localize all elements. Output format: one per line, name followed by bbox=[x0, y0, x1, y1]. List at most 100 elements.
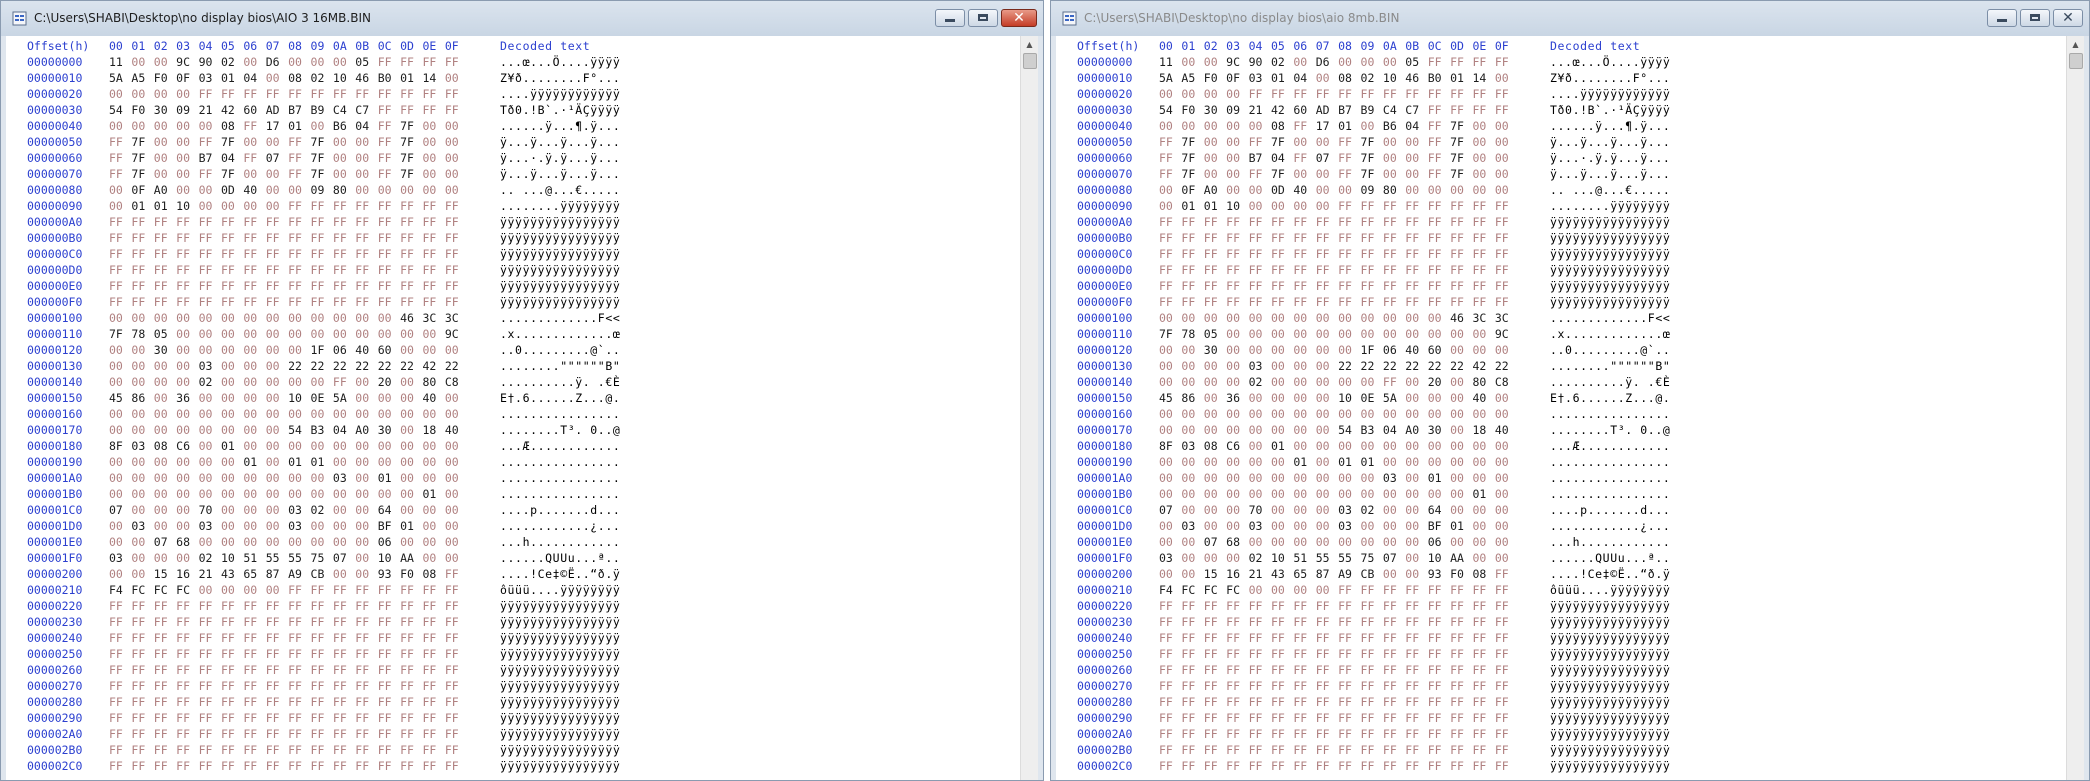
hex-byte[interactable]: 00 bbox=[1271, 198, 1293, 214]
hex-byte[interactable]: 00 bbox=[1159, 310, 1181, 326]
hex-byte[interactable]: 00 bbox=[1293, 486, 1315, 502]
hex-byte[interactable]: 00 bbox=[176, 406, 198, 422]
hex-byte[interactable]: FF bbox=[445, 566, 467, 582]
hex-byte[interactable]: 00 bbox=[221, 486, 243, 502]
hex-byte[interactable]: FF bbox=[1472, 54, 1494, 70]
hex-byte[interactable]: FF bbox=[1383, 710, 1405, 726]
hex-byte[interactable]: 00 bbox=[1226, 518, 1248, 534]
hex-byte[interactable]: FF bbox=[378, 278, 400, 294]
hex-byte[interactable]: FF bbox=[1338, 710, 1360, 726]
hex-byte[interactable]: 7F bbox=[1361, 150, 1383, 166]
hex-byte[interactable]: 00 bbox=[355, 534, 377, 550]
hex-byte[interactable]: 00 bbox=[1383, 406, 1405, 422]
hex-byte[interactable]: FF bbox=[288, 694, 310, 710]
hex-row[interactable]: 00000160 00 00 00 00 00 00 00 00 00 00 00 00 00 00 00 00… bbox=[6, 406, 1021, 422]
hex-byte[interactable]: FF bbox=[243, 230, 265, 246]
hex-row[interactable]: 00000140 00 00 00 00 02 00 00 00 00 00 FF 00 20 00 80 C8… bbox=[1056, 374, 2067, 390]
hex-byte[interactable]: 00 bbox=[221, 534, 243, 550]
row-decoded-text[interactable]: ......ÿ...¶.ÿ... bbox=[500, 118, 620, 134]
hex-byte[interactable]: FF bbox=[1428, 742, 1450, 758]
hex-byte[interactable]: 08 bbox=[422, 566, 444, 582]
hex-byte[interactable]: 08 bbox=[1338, 70, 1360, 86]
hex-byte[interactable]: FF bbox=[1204, 278, 1226, 294]
hex-byte[interactable]: 03 bbox=[199, 358, 221, 374]
hex-byte[interactable]: FF bbox=[1472, 230, 1494, 246]
hex-byte[interactable]: 00 bbox=[355, 566, 377, 582]
hex-byte[interactable]: 00 bbox=[1383, 502, 1405, 518]
hex-byte[interactable]: FF bbox=[445, 214, 467, 230]
hex-byte[interactable]: FF bbox=[1361, 278, 1383, 294]
hex-byte[interactable]: FF bbox=[243, 726, 265, 742]
hex-byte[interactable]: 22 bbox=[288, 358, 310, 374]
hex-byte[interactable]: FF bbox=[221, 278, 243, 294]
hex-byte[interactable]: 01 bbox=[1338, 118, 1360, 134]
hex-byte[interactable]: FF bbox=[333, 678, 355, 694]
hex-byte[interactable]: FF bbox=[378, 630, 400, 646]
hex-byte[interactable]: 3C bbox=[1472, 310, 1494, 326]
hex-byte[interactable]: 54 bbox=[1159, 102, 1181, 118]
hex-byte[interactable]: 00 bbox=[1204, 550, 1226, 566]
hex-byte[interactable]: 00 bbox=[445, 182, 467, 198]
hex-byte[interactable]: FF bbox=[445, 54, 467, 70]
hex-byte[interactable]: FF bbox=[400, 294, 422, 310]
hex-byte[interactable]: FF bbox=[1495, 230, 1517, 246]
hex-byte[interactable]: 08 bbox=[1472, 566, 1494, 582]
hex-byte[interactable]: 00 bbox=[109, 486, 131, 502]
hex-byte[interactable]: FF bbox=[176, 230, 198, 246]
hex-byte[interactable]: 00 bbox=[1495, 454, 1517, 470]
hex-byte[interactable]: FF bbox=[378, 646, 400, 662]
hex-byte[interactable]: FF bbox=[1249, 246, 1271, 262]
hex-byte[interactable]: 00 bbox=[422, 150, 444, 166]
hex-byte[interactable]: FF bbox=[1338, 582, 1360, 598]
hex-byte[interactable]: FF bbox=[288, 294, 310, 310]
hex-byte[interactable]: 22 bbox=[378, 358, 400, 374]
hex-byte[interactable]: B0 bbox=[378, 70, 400, 86]
hex-byte[interactable]: 08 bbox=[154, 438, 176, 454]
hex-byte[interactable]: 22 bbox=[1428, 358, 1450, 374]
hex-byte[interactable]: 00 bbox=[266, 374, 288, 390]
hex-byte[interactable]: FF bbox=[1428, 758, 1450, 774]
hex-byte[interactable]: 00 bbox=[1472, 534, 1494, 550]
hex-byte[interactable]: FF bbox=[1271, 646, 1293, 662]
hex-byte[interactable]: 00 bbox=[176, 358, 198, 374]
hex-byte[interactable]: FF bbox=[1159, 726, 1181, 742]
hex-byte[interactable]: 00 bbox=[1472, 150, 1494, 166]
row-decoded-text[interactable]: .. ...@...€..... bbox=[500, 182, 620, 198]
hex-byte[interactable]: 54 bbox=[288, 422, 310, 438]
hex-byte[interactable]: 00 bbox=[1361, 470, 1383, 486]
hex-byte[interactable]: 93 bbox=[378, 566, 400, 582]
hex-byte[interactable]: 7F bbox=[109, 326, 131, 342]
hex-byte[interactable]: FF bbox=[400, 630, 422, 646]
hex-byte[interactable]: 00 bbox=[266, 358, 288, 374]
hex-byte[interactable]: 00 bbox=[333, 438, 355, 454]
hex-byte[interactable]: 01 bbox=[400, 518, 422, 534]
hex-byte[interactable]: 01 bbox=[288, 454, 310, 470]
row-decoded-text[interactable]: ....p.......d... bbox=[1550, 502, 1670, 518]
hex-byte[interactable]: FF bbox=[1338, 86, 1360, 102]
hex-byte[interactable]: FF bbox=[355, 758, 377, 774]
hex-byte[interactable]: FF bbox=[1428, 166, 1450, 182]
row-decoded-text[interactable]: ÿÿÿÿÿÿÿÿÿÿÿÿÿÿÿÿ bbox=[1550, 694, 1670, 710]
hex-byte[interactable]: 78 bbox=[1181, 326, 1203, 342]
hex-byte[interactable]: FF bbox=[1361, 758, 1383, 774]
hex-byte[interactable]: 00 bbox=[199, 406, 221, 422]
hex-byte[interactable]: FF bbox=[422, 742, 444, 758]
hex-byte[interactable]: 00 bbox=[1472, 406, 1494, 422]
hex-byte[interactable]: 00 bbox=[333, 406, 355, 422]
hex-byte[interactable]: FF bbox=[154, 630, 176, 646]
hex-byte[interactable]: FF bbox=[1271, 278, 1293, 294]
hex-byte[interactable]: FF bbox=[288, 166, 310, 182]
hex-byte[interactable]: 01 bbox=[422, 486, 444, 502]
hex-byte[interactable]: 7F bbox=[1361, 166, 1383, 182]
hex-byte[interactable]: 00 bbox=[1316, 518, 1338, 534]
hex-byte[interactable]: 00 bbox=[1226, 454, 1248, 470]
row-decoded-text[interactable]: ÿÿÿÿÿÿÿÿÿÿÿÿÿÿÿÿ bbox=[500, 278, 620, 294]
hex-byte[interactable]: 00 bbox=[1450, 470, 1472, 486]
hex-byte[interactable]: FF bbox=[378, 678, 400, 694]
hex-byte[interactable]: FF bbox=[1271, 678, 1293, 694]
hex-byte[interactable]: 08 bbox=[221, 118, 243, 134]
hex-byte[interactable]: FF bbox=[243, 294, 265, 310]
hex-byte[interactable]: 00 bbox=[1405, 390, 1427, 406]
hex-byte[interactable]: F4 bbox=[109, 582, 131, 598]
hex-byte[interactable]: FF bbox=[154, 214, 176, 230]
